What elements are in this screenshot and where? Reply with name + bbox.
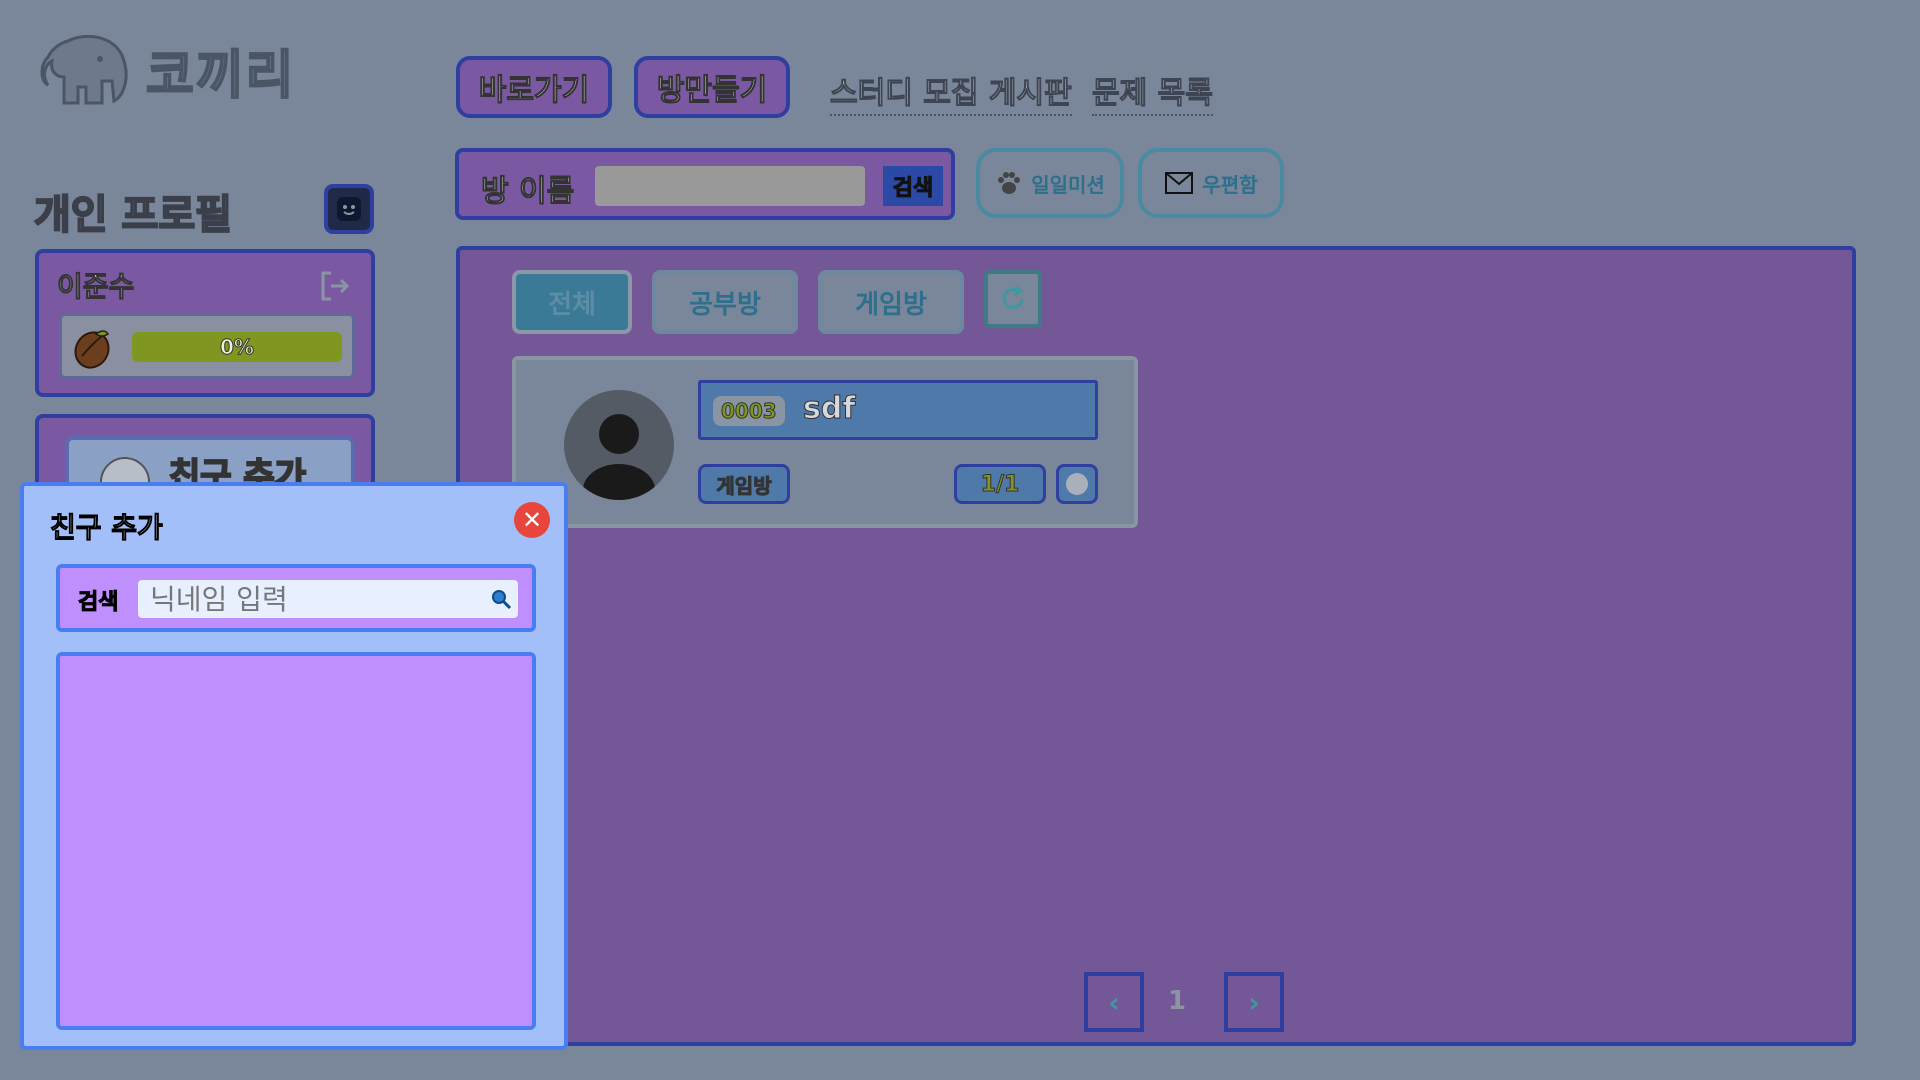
refresh-button[interactable] [984, 270, 1042, 328]
problems-link[interactable]: 문제 목록 [1092, 68, 1213, 116]
smile-icon [337, 197, 361, 221]
current-page[interactable]: 1 [1168, 986, 1186, 1016]
shortcut-button[interactable]: 바로가기 [456, 56, 612, 118]
friend-search-input[interactable] [138, 580, 518, 618]
room-title-box: 0003 sdf [698, 380, 1098, 440]
search-icon[interactable] [490, 588, 512, 610]
profile-card: 이준수 0% [35, 249, 375, 397]
friend-search-label: 검색 [77, 590, 119, 616]
room-card[interactable]: 0003 sdf 게임방 1/1 [512, 356, 1138, 528]
tab-study[interactable]: 공부방 [652, 270, 798, 334]
room-search-bar: 방 이름 검색 [455, 148, 955, 220]
modal-title: 친구 추가 [50, 511, 164, 545]
user-icon [583, 414, 655, 500]
profile-title: 개인 프로필 [33, 191, 233, 239]
room-list-panel: 전체 공부방 게임방 0003 sdf 게임방 1/1 ‹ 1 › [456, 246, 1856, 1046]
progress-box: 0% [59, 313, 355, 379]
prev-page-button[interactable]: ‹ [1084, 972, 1144, 1032]
room-id: 0003 [713, 396, 785, 426]
brand-name: 코끼리 [145, 45, 296, 107]
chevron-right-icon: › [1248, 985, 1260, 1019]
elephant-icon [1066, 473, 1088, 495]
room-member-count: 1/1 [954, 464, 1046, 504]
profile-name: 이준수 [56, 270, 135, 304]
tab-all[interactable]: 전체 [512, 270, 632, 334]
next-page-button[interactable]: › [1224, 972, 1284, 1032]
create-room-button[interactable]: 방만들기 [634, 56, 790, 118]
chevron-left-icon: ‹ [1108, 985, 1120, 1019]
mailbox-button[interactable]: 우편함 [1138, 148, 1284, 218]
profile-settings-button[interactable] [324, 184, 374, 234]
seed-icon [74, 330, 110, 369]
progress-bar: 0% [132, 332, 342, 362]
close-icon[interactable]: ✕ [514, 502, 550, 538]
elephant-icon [40, 34, 128, 105]
friend-search-bar: 검색 [56, 564, 536, 632]
room-type-badge: 게임방 [698, 464, 790, 504]
room-name: sdf [802, 391, 856, 427]
room-join-button[interactable] [1056, 464, 1098, 504]
mail-icon [1165, 172, 1194, 194]
daily-mission-label: 일일미션 [1031, 172, 1105, 197]
paw-icon [998, 172, 1021, 194]
tab-game[interactable]: 게임방 [818, 270, 964, 334]
progress-text: 0% [220, 335, 255, 360]
friend-search-results [56, 652, 536, 1030]
daily-mission-button[interactable]: 일일미션 [976, 148, 1124, 218]
refresh-icon [1002, 285, 1024, 309]
mailbox-label: 우편함 [1202, 172, 1258, 197]
logout-icon[interactable] [317, 269, 351, 303]
study-board-link[interactable]: 스터디 모집 게시판 [830, 68, 1072, 116]
room-owner-avatar [564, 390, 674, 500]
room-search-label: 방 이름 [480, 174, 575, 210]
brand-logo[interactable]: 코끼리 [38, 30, 298, 110]
friend-add-modal: 친구 추가 ✕ 검색 [20, 482, 568, 1050]
room-search-button[interactable]: 검색 [883, 166, 943, 206]
room-search-input[interactable] [595, 166, 865, 206]
